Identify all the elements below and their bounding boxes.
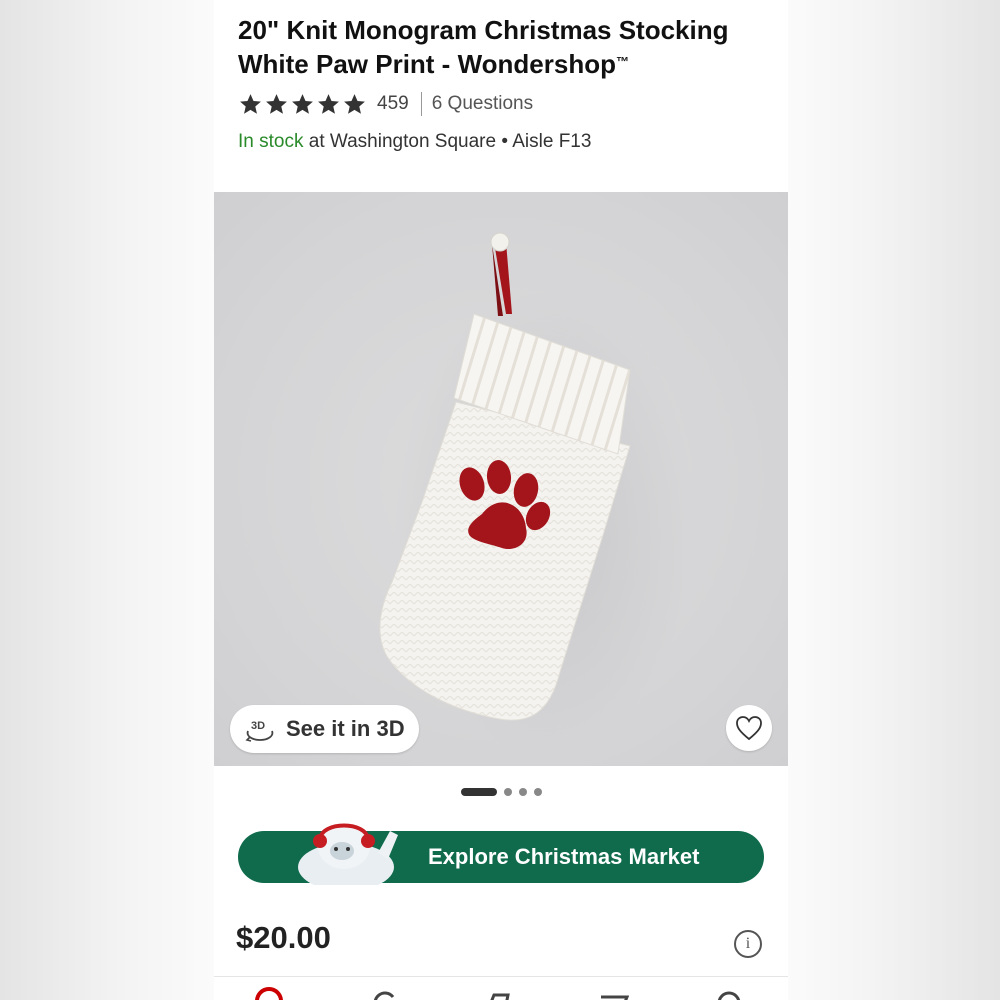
cart-icon[interactable] — [599, 987, 629, 1000]
star-icon — [292, 93, 313, 114]
product-image — [379, 232, 694, 752]
3d-rotate-icon: 3D — [245, 720, 274, 742]
price: $20.00 — [236, 920, 331, 955]
deals-icon[interactable] — [484, 987, 514, 1000]
in-stock-label: In stock — [238, 131, 304, 152]
questions-link[interactable]: 6 Questions — [432, 93, 533, 115]
trademark-symbol: ™ — [615, 54, 629, 69]
divider — [420, 92, 422, 116]
star-icon — [318, 93, 339, 114]
refresh-icon[interactable] — [369, 987, 399, 1000]
bottom-tab-bar — [214, 976, 788, 1000]
store-location[interactable]: at Washington Square • Aisle F13 — [309, 131, 592, 152]
product-image-carousel[interactable]: 3D See it in 3D — [214, 192, 788, 766]
rating-row: 459 6 Questions — [238, 89, 533, 119]
target-logo-icon[interactable] — [254, 987, 284, 1000]
yeti-mascot-icon — [298, 823, 398, 885]
explore-christmas-market-banner[interactable]: Explore Christmas Market — [238, 823, 764, 885]
carousel-dot[interactable] — [533, 788, 542, 796]
carousel-pagination — [214, 788, 788, 796]
see-in-3d-button[interactable]: 3D See it in 3D — [230, 705, 419, 753]
star-icon — [344, 93, 365, 114]
star-icon — [266, 93, 287, 114]
svg-text:3D: 3D — [251, 720, 265, 732]
star-icon — [240, 93, 261, 114]
info-icon[interactable]: i — [734, 930, 762, 958]
favorite-button[interactable] — [726, 705, 772, 751]
review-count[interactable]: 459 — [377, 93, 409, 115]
product-page: 20" Knit Monogram Christmas Stocking Whi… — [214, 0, 788, 1000]
carousel-dot[interactable] — [503, 788, 512, 796]
product-title-text: 20" Knit Monogram Christmas Stocking Whi… — [238, 15, 729, 79]
carousel-dot[interactable] — [518, 788, 527, 796]
product-title: 20" Knit Monogram Christmas Stocking Whi… — [238, 14, 768, 80]
stock-status: In stock at Washington Square • Aisle F1… — [238, 131, 591, 153]
account-icon[interactable] — [714, 987, 744, 1000]
star-rating[interactable] — [238, 92, 367, 117]
heart-icon — [736, 716, 762, 741]
see-in-3d-label: See it in 3D — [286, 716, 405, 741]
carousel-dot-active[interactable] — [460, 788, 497, 796]
promo-label: Explore Christmas Market — [428, 844, 700, 869]
